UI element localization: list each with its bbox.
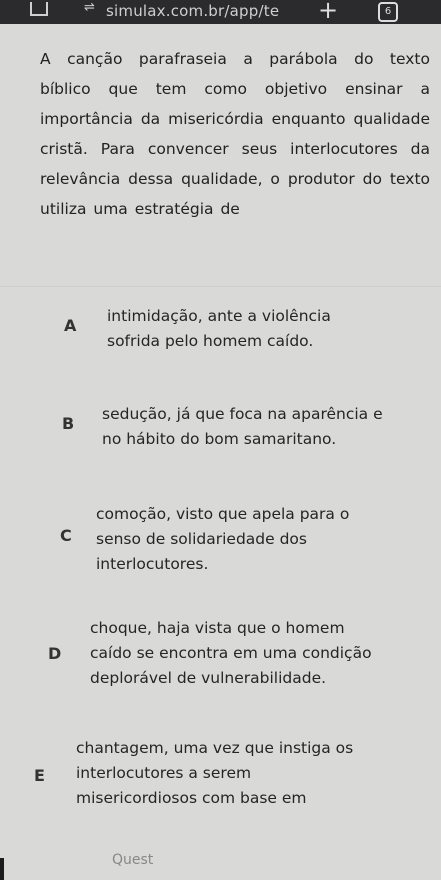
option-letter: C — [60, 526, 72, 545]
option-letter: B — [62, 414, 75, 433]
browser-top-bar: ⇌ simulax.com.br/app/te + 6 — [0, 0, 441, 24]
option-text: choque, haja vista que o homem caído se … — [90, 619, 372, 687]
question-page: A canção parafraseia a parábola do texto… — [0, 24, 441, 880]
option-letter: D — [48, 644, 62, 663]
option-text: intimidação, ante a violência sofrida pe… — [107, 307, 331, 350]
option-text: chantagem, uma vez que instiga os interl… — [76, 739, 354, 807]
next-question-label: Quest — [112, 852, 154, 868]
screen-edge — [0, 858, 4, 880]
option-letter: E — [34, 766, 45, 785]
new-tab-button[interactable]: + — [318, 0, 338, 24]
option-text: sedução, já que foca na aparência e no h… — [102, 405, 383, 448]
divider — [0, 286, 441, 287]
site-settings-icon[interactable]: ⇌ — [84, 0, 95, 15]
question-text: A canção parafraseia a parábola do texto… — [40, 50, 430, 218]
tab-count-icon[interactable]: 6 — [378, 2, 398, 22]
tab-switcher-icon[interactable] — [30, 2, 48, 16]
address-bar[interactable]: simulax.com.br/app/te — [106, 2, 279, 20]
option-letter: A — [64, 316, 77, 335]
option-text: comoção, visto que apela para o senso de… — [96, 505, 350, 573]
